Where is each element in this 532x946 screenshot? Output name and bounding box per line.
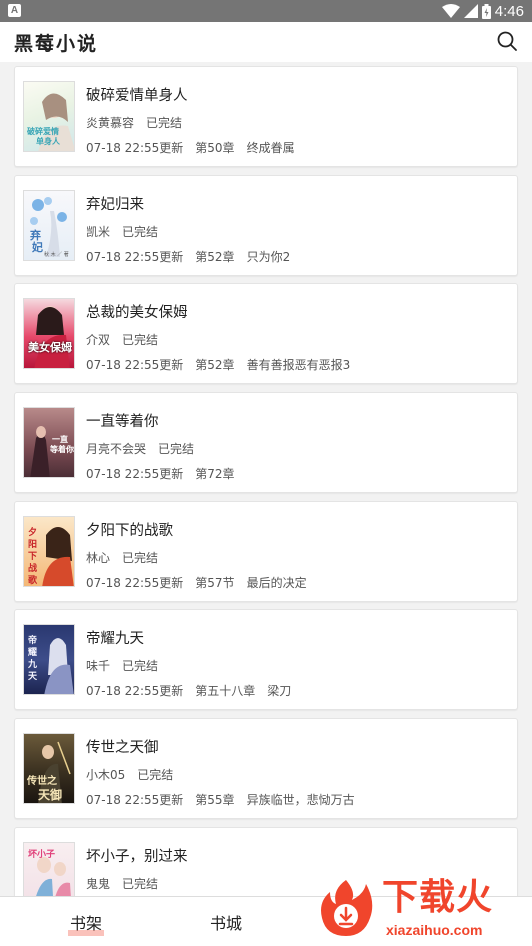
- signal-icon: [463, 4, 478, 18]
- latest-chapter-title: 只为你2: [246, 249, 291, 264]
- latest-chapter-title: 最后的决定: [246, 575, 307, 590]
- latest-chapter-number: 第52章: [195, 249, 235, 264]
- book-title: 弃妃归来: [86, 196, 144, 213]
- latest-chapter-title: 异族临世，悲恸万古: [246, 793, 355, 808]
- book-author: 鬼鬼: [86, 876, 111, 891]
- latest-chapter-number: 第72章: [195, 467, 235, 482]
- book-author: 炎黄慕容: [86, 116, 135, 130]
- book-title: 破碎爱情单身人: [86, 88, 188, 104]
- latest-chapter-title: 善有善报恶有恶报3: [246, 358, 351, 373]
- book-author: 小木05: [86, 768, 126, 783]
- tab-bookshelf[interactable]: 书架: [67, 910, 105, 936]
- clock: 4:46: [494, 2, 524, 20]
- watermark: 下载火 xiazaihuo.com: [316, 874, 532, 946]
- latest-chapter-number: 第55章: [195, 793, 235, 808]
- watermark-brand: 下载火: [382, 877, 494, 918]
- book-author: 林心: [86, 550, 111, 565]
- book-author: 味千: [86, 659, 111, 674]
- book-cover: 破碎爱情 单身人: [23, 81, 75, 152]
- book-author: 介双: [86, 333, 111, 348]
- book-title: 夕阳下的战歌: [86, 522, 173, 539]
- update-time: 07-18 22:55更新: [86, 141, 184, 155]
- book-title: 一直等着你: [86, 414, 159, 431]
- book-status: 已完结: [158, 442, 195, 457]
- tab-bookstore[interactable]: 书城: [210, 910, 242, 934]
- book-cover: 弃 妃 秋 木 ／ 著: [23, 189, 75, 261]
- book-card[interactable]: 一直 等着你 一直等着你 月亮不会哭 已完结 07-18 22:55更新 第72章: [14, 392, 518, 494]
- update-time: 07-18 22:55更新: [86, 684, 184, 699]
- book-status: 已完结: [137, 768, 174, 783]
- latest-chapter-number: 第52章: [195, 358, 235, 373]
- app-bar: 黑莓小说: [0, 22, 532, 62]
- wifi-icon: [441, 4, 460, 18]
- latest-chapter-title: 梁刀: [267, 684, 292, 699]
- book-cover: 传世之 天御: [23, 733, 75, 805]
- battery-icon: [481, 3, 491, 19]
- book-status: 已完结: [122, 550, 159, 565]
- book-card[interactable]: 传世之 天御 传世之天御 小木05 已完结 07-18 22:55更新 第55章 异族…: [14, 718, 518, 820]
- book-status: 已完结: [122, 876, 159, 891]
- fire-logo-icon: [321, 880, 373, 936]
- book-cover: 一直 等着你: [23, 407, 75, 479]
- latest-chapter-title: 终成眷属: [246, 141, 295, 155]
- latest-chapter-number: 第57节: [195, 575, 235, 590]
- book-card[interactable]: 美女保姆 总裁的美女保姆 介双 已完结 07-18 22:55更新 第52章 善有善报…: [14, 283, 518, 385]
- book-card[interactable]: 帝 耀 九 天 帝耀九天 味千 已完结 07-18 22:55更新 第五十八章 梁刀: [14, 609, 518, 711]
- book-author: 凯米: [86, 224, 111, 239]
- update-time: 07-18 22:55更新: [86, 249, 184, 264]
- status-bar: A 4:46: [0, 0, 532, 22]
- book-card[interactable]: 夕 阳 下 战 歌 夕阳下的战歌 林心 已完结 07-18 22:55更新 第57节…: [14, 500, 518, 602]
- search-icon[interactable]: [496, 30, 518, 52]
- bookshelf-list[interactable]: 破碎爱情 单身人 破碎爱情单身人 炎黄慕容 已完结 07-18 22:55更新 第5…: [0, 62, 532, 896]
- book-cover: 美女保姆: [23, 298, 75, 370]
- watermark-url: xiazaihuo.com: [386, 922, 483, 938]
- latest-chapter-number: 第50章: [195, 141, 235, 155]
- notification-app-icon: A: [8, 4, 21, 17]
- book-title: 坏小子，别过来: [86, 848, 188, 865]
- book-title: 总裁的美女保姆: [86, 305, 188, 322]
- update-time: 07-18 22:55更新: [86, 575, 184, 590]
- book-cover: 夕 阳 下 战 歌: [23, 515, 75, 587]
- app-title: 黑莓小说: [14, 33, 99, 55]
- book-status: 已完结: [122, 659, 159, 674]
- book-card[interactable]: 弃 妃 秋 木 ／ 著 弃妃归来 凯米 已完结 07-18 22:55更新 第52章…: [14, 174, 518, 276]
- book-card[interactable]: 破碎爱情 单身人 破碎爱情单身人 炎黄慕容 已完结 07-18 22:55更新 第5…: [14, 66, 518, 167]
- book-title: 传世之天御: [86, 740, 159, 757]
- book-author: 月亮不会哭: [86, 442, 147, 457]
- book-status: 已完结: [122, 333, 159, 348]
- book-status: 已完结: [122, 224, 159, 239]
- book-title: 帝耀九天: [86, 631, 144, 648]
- latest-chapter-number: 第五十八章: [195, 684, 256, 699]
- book-cover: 帝 耀 九 天: [23, 624, 75, 696]
- book-cover: 坏小子: [23, 841, 75, 896]
- book-status: 已完结: [146, 116, 183, 130]
- update-time: 07-18 22:55更新: [86, 358, 184, 373]
- update-time: 07-18 22:55更新: [86, 467, 184, 482]
- update-time: 07-18 22:55更新: [86, 793, 184, 808]
